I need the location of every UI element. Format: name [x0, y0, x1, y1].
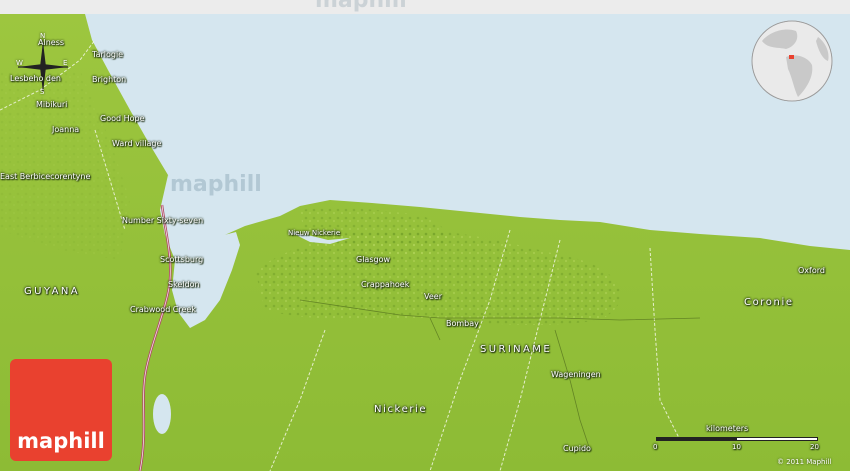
scale-tick-20: 20	[810, 443, 819, 451]
region-coronie: Coronie	[744, 297, 794, 308]
place-nieuw-nickerie: Nieuw Nickerie	[288, 229, 341, 237]
place-wageningen: Wageningen	[551, 370, 601, 379]
watermark-top: maphill	[315, 0, 407, 13]
watermark-center: maphill	[170, 172, 262, 197]
maphill-logo[interactable]: maphill	[10, 359, 112, 461]
region-nickerie: Nickerie	[374, 404, 428, 415]
compass-west: W	[16, 59, 23, 67]
copyright-text: © 2011 Maphill	[777, 458, 832, 466]
place-veer: Veer	[424, 292, 442, 301]
map-view[interactable]: maphill maphill N S E W Alness Tarlogie …	[0, 0, 850, 471]
compass-south: S	[40, 88, 45, 96]
compass-east: E	[63, 59, 68, 67]
place-bombay: Bombay	[446, 319, 479, 328]
scale-tick-0: 0	[653, 443, 658, 451]
place-lesbeholden: Lesbeho den	[10, 74, 61, 83]
place-mibikuri: Mibikuri	[36, 100, 68, 109]
place-oxford: Oxford	[798, 266, 825, 275]
place-number-sixty-seven: Number Sixty-seven	[122, 216, 204, 225]
place-crabwood-creek: Crabwood Creek	[130, 305, 196, 314]
place-joanna: Joanna	[52, 125, 80, 134]
scale-bar-fill	[656, 437, 737, 441]
place-cupido: Cupido	[563, 444, 591, 453]
place-good-hope: Good Hope	[100, 114, 145, 123]
place-crappahoek: Crappahoek	[361, 280, 410, 289]
place-ward-village: Ward village	[112, 139, 162, 148]
place-brighton: Brighton	[92, 75, 127, 84]
place-glasgow: Glasgow	[356, 255, 391, 264]
place-tarlogie: Tarlogie	[92, 50, 124, 59]
scale-bar: kilometers 0 10 20	[648, 424, 826, 458]
place-scottsburg: Scottsburg	[160, 255, 204, 264]
terrain-map	[0, 0, 850, 471]
scale-title: kilometers	[706, 424, 749, 433]
place-skeldon: Skeldon	[168, 280, 200, 289]
country-suriname: SURINAME	[480, 344, 553, 355]
scale-tick-10: 10	[732, 443, 741, 451]
lake	[153, 394, 171, 434]
globe-locator	[751, 20, 833, 102]
place-east-berbice: East Berbicecorentyne	[0, 172, 91, 181]
place-alness: Alness	[38, 38, 65, 47]
country-guyana: GUYANA	[24, 286, 80, 297]
